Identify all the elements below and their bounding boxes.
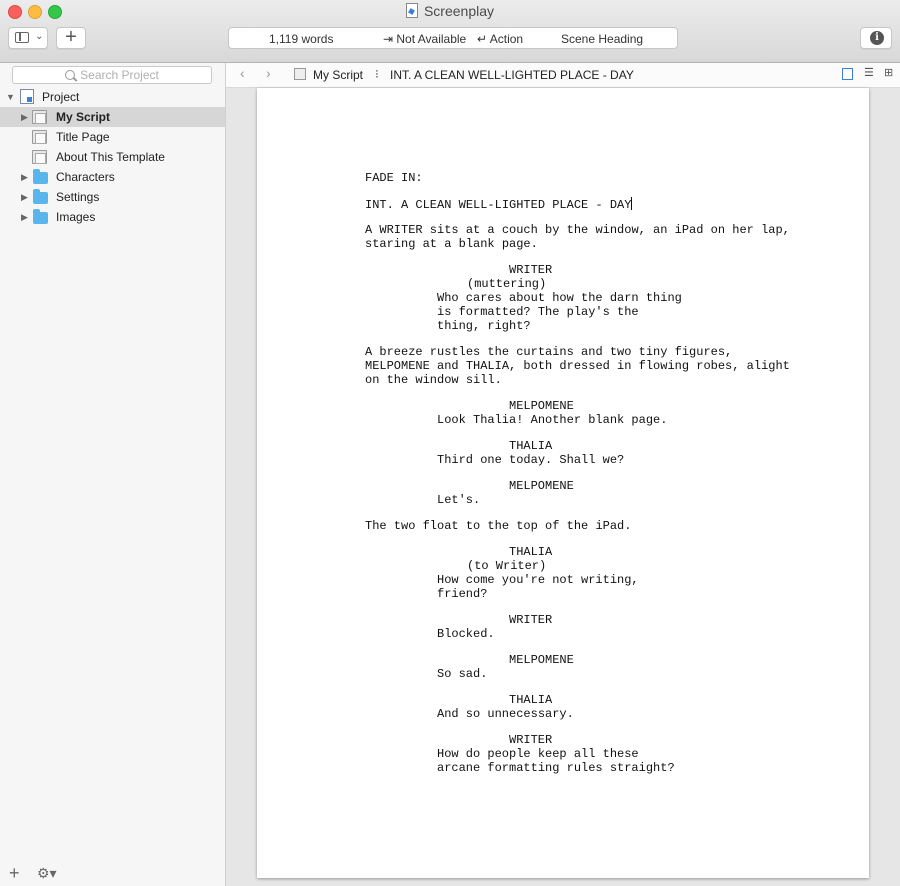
sidebar-toggle-button[interactable]: ⌄ xyxy=(8,27,48,49)
tab-hint: ⇥ Not Available xyxy=(383,32,467,46)
script-dialogue[interactable]: Third one today. Shall we? xyxy=(437,453,624,467)
script-dialogue[interactable]: And so unnecessary. xyxy=(437,707,574,721)
current-element-type[interactable]: Scene Heading xyxy=(561,32,643,46)
binder-item-settings[interactable]: ▶ Settings xyxy=(0,187,225,207)
sidebar-icon xyxy=(15,32,29,43)
binder-item-label: Title Page xyxy=(56,130,110,144)
breadcrumb-separator: ⁝ xyxy=(375,67,379,81)
search-icon xyxy=(65,70,76,80)
script-transition[interactable]: FADE IN: xyxy=(365,171,423,185)
disclosure-open-icon[interactable]: ▼ xyxy=(6,87,15,107)
titlebar-toolbar: Screenplay ⌄ + 1,119 words ⇥ Not Availab… xyxy=(0,0,900,63)
editor-navigation-bar: ‹ › My Script ⁝ INT. A CLEAN WELL-LIGHTE… xyxy=(226,63,900,88)
script-page[interactable]: FADE IN: INT. A CLEAN WELL-LIGHTED PLACE … xyxy=(257,88,869,878)
script-character[interactable]: THALIA xyxy=(509,439,552,453)
disclosure-closed-icon[interactable]: ▶ xyxy=(21,187,28,207)
window-title: Screenplay xyxy=(0,3,900,19)
binder-item-title-page[interactable]: Title Page xyxy=(0,127,225,147)
script-character[interactable]: THALIA xyxy=(509,693,552,707)
script-dialogue[interactable]: How come you're not writing, friend? xyxy=(437,573,639,601)
return-hint: ↵ Action xyxy=(477,32,524,46)
word-count: 1,119 words xyxy=(269,32,334,46)
forward-button[interactable]: › xyxy=(266,65,271,81)
disclosure-closed-icon[interactable]: ▶ xyxy=(21,207,28,227)
script-icon xyxy=(294,68,306,80)
chevron-down-icon: ⌄ xyxy=(35,31,44,42)
script-dialogue[interactable]: Blocked. xyxy=(437,627,495,641)
info-icon: i xyxy=(870,31,884,45)
add-binder-item-button[interactable]: + xyxy=(9,863,20,884)
folder-icon xyxy=(33,169,48,184)
script-dialogue[interactable]: Let's. xyxy=(437,493,480,507)
script-icon xyxy=(32,150,47,164)
script-character[interactable]: WRITER xyxy=(509,263,552,277)
script-action[interactable]: A WRITER sits at a couch by the window, … xyxy=(365,223,790,251)
script-character[interactable]: MELPOMENE xyxy=(509,653,574,667)
text-cursor xyxy=(631,197,633,210)
window-title-text: Screenplay xyxy=(423,3,495,19)
script-action[interactable]: The two float to the top of the iPad. xyxy=(365,519,631,533)
add-item-button[interactable]: + xyxy=(56,27,86,49)
outline-view-icon[interactable]: ☰ xyxy=(864,66,875,79)
corkboard-view-icon[interactable]: ⊞ xyxy=(884,66,895,79)
binder-item-characters[interactable]: ▶ Characters xyxy=(0,167,225,187)
document-icon xyxy=(405,3,418,18)
script-dialogue[interactable]: How do people keep all these arcane form… xyxy=(437,747,675,775)
status-display[interactable]: 1,119 words ⇥ Not Available ↵ Action Sce… xyxy=(228,27,678,49)
editor-area: FADE IN: INT. A CLEAN WELL-LIGHTED PLACE … xyxy=(226,88,900,886)
script-character[interactable]: MELPOMENE xyxy=(509,479,574,493)
binder-item-my-script[interactable]: ▶ My Script xyxy=(0,107,225,127)
folder-icon xyxy=(33,189,48,204)
gear-icon[interactable]: ⚙▾ xyxy=(37,865,57,882)
inspector-button[interactable]: i xyxy=(860,27,892,49)
back-button[interactable]: ‹ xyxy=(240,65,245,81)
binder-item-images[interactable]: ▶ Images xyxy=(0,207,225,227)
disclosure-closed-icon[interactable]: ▶ xyxy=(21,107,28,127)
binder-sidebar: Search Project ▼ Project ▶ My Script Tit… xyxy=(0,63,226,886)
script-character[interactable]: MELPOMENE xyxy=(509,399,574,413)
script-parenthetical[interactable]: (to Writer) xyxy=(467,559,546,573)
search-placeholder: Search Project xyxy=(80,68,159,82)
script-dialogue[interactable]: Who cares about how the darn thing is fo… xyxy=(437,291,682,333)
project-root-label: Project xyxy=(42,90,80,104)
breadcrumb-scene[interactable]: INT. A CLEAN WELL-LIGHTED PLACE - DAY xyxy=(390,68,634,82)
binder-item-label: Images xyxy=(56,210,96,224)
breadcrumb-document[interactable]: My Script xyxy=(313,68,363,82)
disclosure-closed-icon[interactable]: ▶ xyxy=(21,167,28,187)
script-parenthetical[interactable]: (muttering) xyxy=(467,277,546,291)
script-icon xyxy=(32,130,47,144)
project-root-item[interactable]: ▼ Project xyxy=(0,87,225,107)
script-icon xyxy=(32,110,47,124)
search-project-field[interactable]: Search Project xyxy=(12,66,212,84)
binder-item-label: Settings xyxy=(56,190,100,204)
script-dialogue[interactable]: So sad. xyxy=(437,667,487,681)
script-character[interactable]: WRITER xyxy=(509,613,552,627)
page-view-icon[interactable] xyxy=(842,68,853,80)
script-dialogue[interactable]: Look Thalia! Another blank page. xyxy=(437,413,667,427)
script-action[interactable]: A breeze rustles the curtains and two ti… xyxy=(365,345,790,387)
app-window: Screenplay ⌄ + 1,119 words ⇥ Not Availab… xyxy=(0,0,900,886)
script-character[interactable]: THALIA xyxy=(509,545,552,559)
binder-item-label: Characters xyxy=(56,170,115,184)
binder-item-label: My Script xyxy=(56,110,111,124)
binder-item-about-template[interactable]: About This Template xyxy=(0,147,225,167)
binder-item-label: About This Template xyxy=(56,150,165,164)
script-scene[interactable]: INT. A CLEAN WELL-LIGHTED PLACE - DAY xyxy=(365,197,633,212)
folder-icon xyxy=(33,209,48,224)
project-icon xyxy=(20,89,34,104)
script-character[interactable]: WRITER xyxy=(509,733,552,747)
